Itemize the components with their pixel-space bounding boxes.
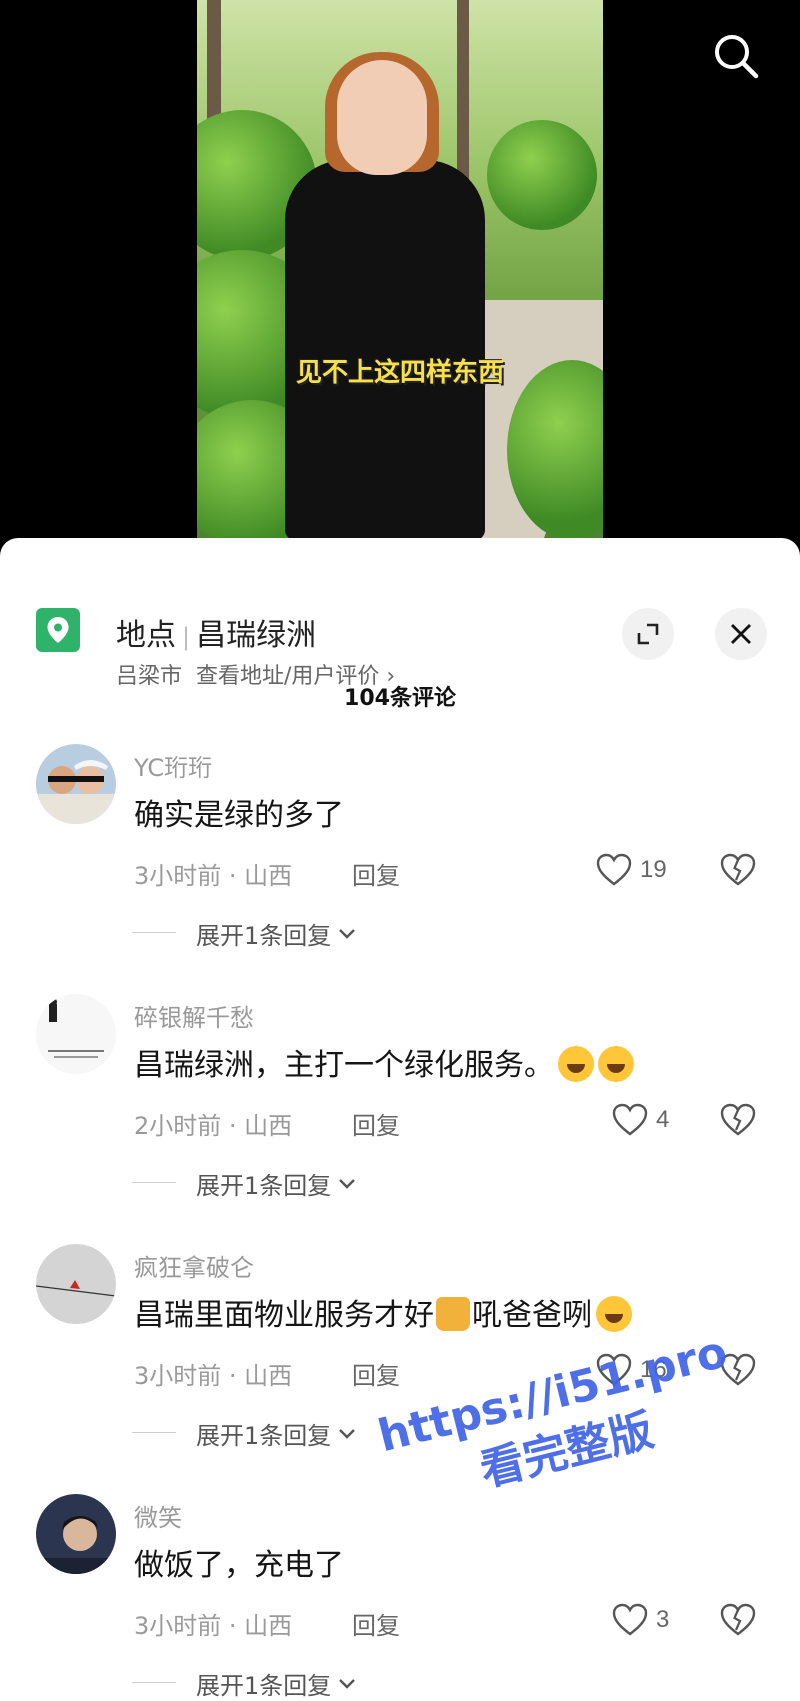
comment-username[interactable]: 碎银解千愁	[134, 998, 254, 1033]
expand-replies[interactable]: 展开1条回复	[132, 1166, 359, 1200]
divider	[132, 1432, 176, 1433]
person	[285, 160, 485, 540]
avatar[interactable]	[36, 744, 116, 824]
location-title: 地点 | 昌瑞绿洲	[116, 610, 316, 654]
crying-laughing-emoji	[596, 1295, 632, 1332]
comment-text: 做饭了，充电了	[134, 1548, 344, 1583]
like-count: 19	[640, 856, 667, 883]
close-icon	[731, 624, 751, 644]
like-count: 3	[656, 1606, 670, 1633]
video-caption: 见不上这四样东西	[295, 358, 504, 388]
like-button[interactable]: 19	[596, 850, 667, 890]
comment-item: 碎银解千愁 昌瑞绿洲，主打一个绿化服务。 2小时前 · 山西 回复 4 展开1条…	[0, 994, 800, 1244]
broken-heart-icon	[720, 1603, 756, 1636]
like-button[interactable]: 16	[596, 1350, 667, 1390]
comment-count: 104条评论	[344, 686, 456, 711]
comment-item: 微笑 做饭了，充电了 3小时前 · 山西 回复 3 展开1条回复	[0, 1494, 800, 1701]
expand-icon	[637, 623, 659, 645]
expand-replies-label: 展开1条回复	[196, 1671, 332, 1700]
dislike-button[interactable]	[720, 1102, 756, 1138]
comment-text-content: 吼爸爸咧	[472, 1298, 592, 1333]
expand-replies[interactable]: 展开1条回复	[132, 1666, 359, 1700]
comment-meta: 3小时前 · 山西	[134, 1362, 293, 1390]
expand-button[interactable]	[622, 608, 674, 660]
like-count: 4	[656, 1106, 670, 1133]
divider	[132, 1682, 176, 1683]
avatar[interactable]	[36, 1244, 116, 1324]
video-frame[interactable]: 见不上这四样东西	[197, 0, 603, 540]
chevron-down-icon	[339, 1179, 356, 1189]
laughing-tears-emoji	[558, 1045, 594, 1082]
laughing-tears-emoji	[598, 1045, 634, 1082]
comment-item: YC珩珩 确实是绿的多了 3小时前 · 山西 回复 19 展开1条回复	[0, 744, 800, 994]
comment-meta: 3小时前 · 山西	[134, 1612, 293, 1640]
location-name: 昌瑞绿洲	[196, 618, 317, 653]
dislike-button[interactable]	[720, 1602, 756, 1638]
broken-heart-icon	[720, 1103, 756, 1136]
heart-icon	[612, 1603, 648, 1636]
video-player[interactable]: 见不上这四样东西	[0, 0, 800, 560]
reply-button[interactable]: 回复	[352, 856, 400, 891]
person-face	[337, 60, 427, 175]
location-card[interactable]: 地点 | 昌瑞绿洲 吕梁市 查看地址/用户评价 ›	[0, 578, 800, 689]
comment-username[interactable]: 疯狂拿破仑	[134, 1248, 254, 1283]
divider: |	[182, 623, 191, 651]
avatar[interactable]	[36, 994, 116, 1074]
reply-button[interactable]: 回复	[352, 1606, 400, 1641]
comment-text: 昌瑞里面物业服务才好 吼爸爸咧	[134, 1290, 632, 1335]
heart-icon	[596, 1353, 632, 1386]
comment-text: 昌瑞绿洲，主打一个绿化服务。	[134, 1040, 634, 1085]
avatar[interactable]	[36, 1494, 116, 1574]
location-pin-icon	[36, 608, 80, 652]
expand-replies-label: 展开1条回复	[196, 1421, 332, 1450]
broken-heart-icon	[720, 1353, 756, 1386]
heart-icon	[596, 853, 632, 886]
search-button[interactable]	[708, 28, 764, 84]
comment-meta: 2小时前 · 山西	[134, 1112, 293, 1140]
dislike-button[interactable]	[720, 852, 756, 888]
expand-replies[interactable]: 展开1条回复	[132, 1416, 359, 1450]
chevron-down-icon	[339, 929, 356, 939]
thumbs-up-emoji	[436, 1296, 470, 1331]
like-button[interactable]: 3	[612, 1600, 669, 1640]
reply-button[interactable]: 回复	[352, 1356, 400, 1391]
expand-replies-label: 展开1条回复	[196, 921, 332, 950]
dislike-button[interactable]	[720, 1352, 756, 1388]
comment-text-content: 昌瑞绿洲，主打一个绿化服务。	[134, 1048, 554, 1083]
chevron-down-icon	[339, 1429, 356, 1439]
comment-sheet: 地点 | 昌瑞绿洲 吕梁市 查看地址/用户评价 › 104条评论 YC珩珩 确实…	[0, 538, 800, 1701]
expand-replies-label: 展开1条回复	[196, 1171, 332, 1200]
like-button[interactable]: 4	[612, 1100, 669, 1140]
divider	[132, 1182, 176, 1183]
comment-meta: 3小时前 · 山西	[134, 862, 293, 890]
comment-item: 疯狂拿破仑 昌瑞里面物业服务才好 吼爸爸咧 3小时前 · 山西 回复 16 展开1…	[0, 1244, 800, 1494]
broken-heart-icon	[720, 853, 756, 886]
chevron-down-icon	[339, 1679, 356, 1689]
heart-icon	[612, 1103, 648, 1136]
location-label: 地点	[116, 618, 176, 653]
comment-text-content: 昌瑞里面物业服务才好	[134, 1298, 434, 1333]
bush	[487, 120, 597, 230]
comment-username[interactable]: 微笑	[134, 1498, 182, 1533]
close-button[interactable]	[715, 608, 767, 660]
expand-replies[interactable]: 展开1条回复	[132, 916, 359, 950]
comment-text: 确实是绿的多了	[134, 798, 344, 833]
reply-button[interactable]: 回复	[352, 1106, 400, 1141]
divider	[132, 932, 176, 933]
like-count: 16	[640, 1356, 667, 1383]
search-icon	[715, 35, 759, 79]
comment-username[interactable]: YC珩珩	[134, 748, 212, 783]
